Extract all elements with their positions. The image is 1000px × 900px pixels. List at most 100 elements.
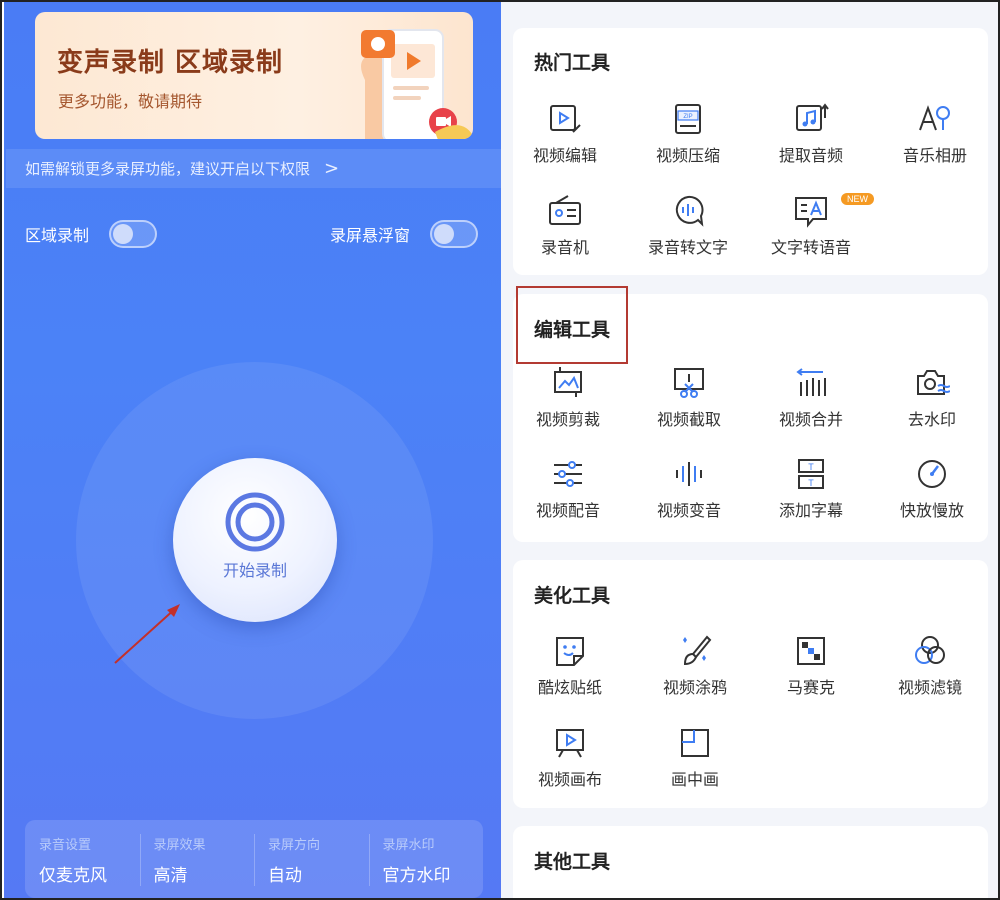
- music-extract-icon: [796, 103, 829, 131]
- setting-value: 仅麦克风: [39, 866, 107, 886]
- canvas-icon: [556, 729, 584, 758]
- setting-label: 录屏效果: [153, 838, 206, 853]
- zip-icon: ZIP: [675, 104, 701, 134]
- tool-label: 画中画: [670, 770, 719, 789]
- tool-voice-change[interactable]: 视频变音: [634, 457, 744, 521]
- tool-label: 视频编辑: [532, 146, 597, 165]
- setting-audio[interactable]: 录音设置 仅麦克风: [25, 820, 140, 898]
- tool-label: 视频压缩: [655, 146, 720, 165]
- tool-extract-audio[interactable]: 提取音频: [756, 102, 866, 166]
- tool-doodle[interactable]: 视频涂鸦: [640, 634, 750, 698]
- hot-tools-card: 热门工具 视频编辑 ZIP 视频压缩 提取音频 音乐相册 录音机 录音转文字 文…: [513, 28, 988, 275]
- zip-icon-text: ZIP: [683, 114, 692, 120]
- tool-picture-in-picture[interactable]: 画中画: [640, 726, 750, 790]
- tool-speech-to-text[interactable]: 录音转文字: [633, 194, 743, 258]
- tool-speed[interactable]: 快放慢放: [877, 457, 987, 521]
- floating-window-label: 录屏悬浮窗: [330, 226, 411, 245]
- tool-video-dubbing[interactable]: 视频配音: [513, 457, 623, 521]
- highlight-box: [516, 286, 628, 364]
- filter-icon: [915, 636, 945, 664]
- text-to-speech-icon: [795, 197, 827, 228]
- tool-label: 视频配音: [535, 501, 600, 520]
- phone-illustration-icon: [361, 29, 473, 139]
- setting-label: 录音设置: [39, 838, 92, 853]
- speech-to-text-icon: [675, 195, 704, 227]
- tool-label: 酷炫贴纸: [537, 678, 602, 697]
- tool-video-merge[interactable]: 视频合并: [756, 366, 866, 430]
- tool-label: 录音转文字: [647, 238, 728, 257]
- music-album-icon: [919, 105, 950, 131]
- tool-video-compress[interactable]: ZIP 视频压缩: [633, 102, 743, 166]
- section-title: 其他工具: [534, 851, 611, 873]
- tool-label: 视频滤镜: [897, 678, 962, 697]
- section-title: 美化工具: [534, 585, 611, 607]
- tool-mosaic[interactable]: 马赛克: [756, 634, 866, 698]
- tool-video-edit[interactable]: 视频编辑: [510, 102, 620, 166]
- start-record-button[interactable]: 开始录制: [173, 458, 337, 622]
- sticker-icon: [556, 637, 584, 666]
- tool-canvas[interactable]: 视频画布: [515, 726, 625, 790]
- banner-title: 变声录制 区域录制: [57, 48, 284, 78]
- tool-label: 视频截取: [656, 410, 721, 429]
- tool-label: 快放慢放: [899, 501, 964, 520]
- annotation-arrow-icon: [114, 604, 180, 664]
- record-icon: [225, 492, 285, 552]
- setting-label: 录屏方向: [268, 838, 321, 853]
- tool-label: 去水印: [907, 410, 956, 429]
- recorder-panel: 变声录制 区域录制 更多功能，敬请期待 如需解锁更多录屏功能，建议开启以下权限 …: [4, 2, 501, 898]
- tools-panel: 热门工具 视频编辑 ZIP 视频压缩 提取音频 音乐相册 录音机 录音转文字 文…: [501, 2, 998, 898]
- tool-add-subtitle[interactable]: TT 添加字幕: [756, 457, 866, 521]
- start-record-label: 开始录制: [222, 561, 287, 580]
- subtitle-icon-text: T: [808, 462, 814, 472]
- area-record-label: 区域录制: [25, 226, 90, 245]
- tool-label: 视频涂鸦: [662, 678, 727, 697]
- subtitle-icon-text: T: [808, 478, 814, 488]
- tool-music-album[interactable]: 音乐相册: [880, 102, 990, 166]
- permission-tip-text: 如需解锁更多录屏功能，建议开启以下权限: [25, 160, 311, 178]
- mosaic-icon: [797, 637, 825, 665]
- setting-value: 自动: [268, 866, 302, 886]
- other-tools-card: 其他工具: [513, 826, 988, 898]
- setting-watermark[interactable]: 录屏水印 官方水印: [368, 820, 484, 898]
- tool-label: 文字转语音: [770, 238, 851, 257]
- beautify-tools-card: 美化工具 酷炫贴纸 视频涂鸦 马赛克 视频滤镜 视频画布 画中画: [513, 560, 988, 808]
- tool-video-crop[interactable]: 视频剪裁: [513, 366, 623, 430]
- tool-label: 录音机: [540, 238, 589, 257]
- floating-window-row: 录屏悬浮窗: [330, 220, 479, 248]
- banner-pagination: [242, 129, 269, 139]
- crop-icon: [554, 367, 582, 397]
- video-edit-icon: [550, 105, 581, 133]
- setting-orientation[interactable]: 录屏方向 自动: [254, 820, 369, 898]
- tool-remove-watermark[interactable]: 去水印: [877, 366, 987, 430]
- banner-subtitle: 更多功能，敬请期待: [58, 92, 203, 111]
- area-record-toggle[interactable]: [109, 220, 158, 248]
- speed-icon: [918, 460, 946, 488]
- tool-video-trim[interactable]: 视频截取: [634, 366, 744, 430]
- sliders-icon: [554, 461, 582, 487]
- area-record-row: 区域录制: [25, 220, 158, 248]
- tool-label: 添加字幕: [778, 501, 843, 520]
- toggle-knob: [113, 224, 134, 244]
- new-badge: NEW: [841, 193, 874, 205]
- setting-quality[interactable]: 录屏效果 高清: [139, 820, 255, 898]
- tool-sticker[interactable]: 酷炫贴纸: [515, 634, 625, 698]
- tool-label: 音乐相册: [902, 146, 967, 165]
- tool-voice-recorder[interactable]: 录音机: [510, 194, 620, 258]
- tool-label: 视频画布: [537, 770, 602, 789]
- merge-icon: [796, 368, 826, 396]
- promo-banner[interactable]: 变声录制 区域录制 更多功能，敬请期待: [35, 12, 473, 139]
- record-settings-bar: 录音设置 仅麦克风 录屏效果 高清 录屏方向 自动 录屏水印 官方水印: [25, 820, 483, 898]
- cut-icon: [674, 368, 704, 398]
- toggle-knob: [434, 224, 455, 244]
- tool-label: 视频合并: [778, 410, 843, 429]
- tool-label: 视频变音: [656, 501, 721, 520]
- pip-icon: [681, 729, 709, 757]
- tool-filter[interactable]: 视频滤镜: [875, 634, 985, 698]
- section-title: 热门工具: [534, 52, 611, 74]
- tool-label: 提取音频: [778, 146, 843, 165]
- floating-window-toggle[interactable]: [430, 220, 479, 248]
- permission-tip-bar[interactable]: 如需解锁更多录屏功能，建议开启以下权限 >: [6, 149, 501, 188]
- tool-label: 视频剪裁: [535, 410, 600, 429]
- tool-label: 马赛克: [786, 678, 835, 697]
- remove-watermark-icon: [917, 370, 950, 395]
